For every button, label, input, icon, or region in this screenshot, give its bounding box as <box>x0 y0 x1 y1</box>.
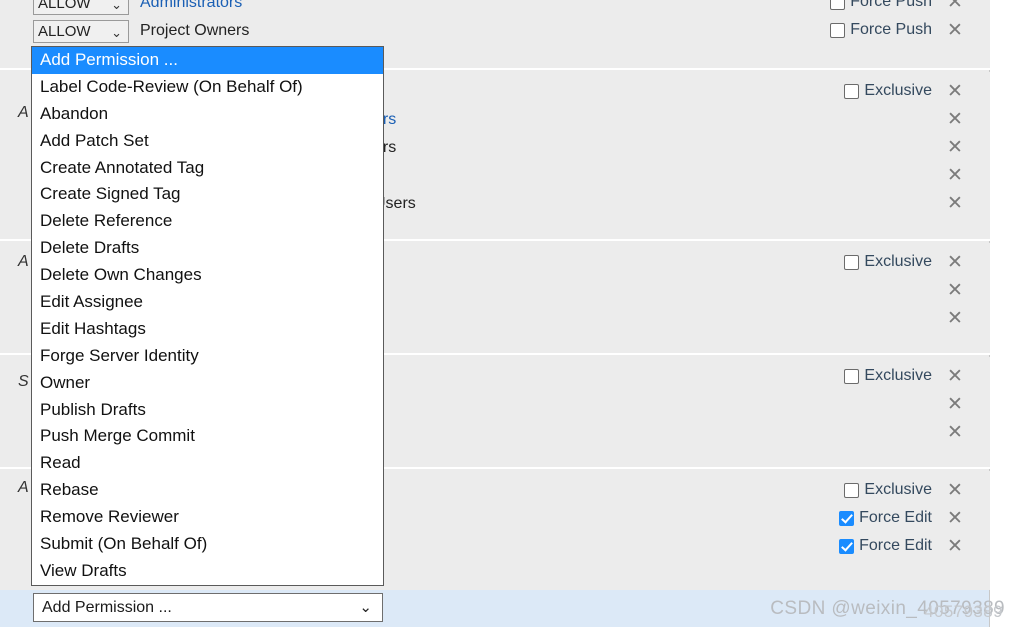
rule-action-select-administrators[interactable]: ALLOW ⌄ <box>33 0 129 15</box>
rule-action-value: ALLOW <box>38 23 91 40</box>
dropdown-option[interactable]: Label Code-Review (On Behalf Of) <box>32 74 383 101</box>
permission-rule-row[interactable]: ALLOW ⌄ Project Owners Force Push ✕ <box>0 17 990 45</box>
force-edit-label: Force Edit <box>859 509 932 526</box>
delete-rule-icon[interactable]: ✕ <box>945 393 965 415</box>
rule-action-select-project-owners[interactable]: ALLOW ⌄ <box>33 20 129 43</box>
dropdown-option[interactable]: Edit Assignee <box>32 289 383 316</box>
exclusive-checkbox[interactable] <box>844 254 860 270</box>
dropdown-option[interactable]: Add Permission ... <box>32 47 383 74</box>
delete-rule-icon[interactable]: ✕ <box>945 535 965 557</box>
row-checkbox-group[interactable]: Exclusive <box>844 480 932 500</box>
delete-rule-icon[interactable]: ✕ <box>945 19 965 41</box>
delete-rule-icon[interactable]: ✕ <box>945 279 965 301</box>
screen-root: ALLOW ⌄ Administrators Force Push ✕ ALLO… <box>0 0 1013 627</box>
group-name-project-owners[interactable]: Project Owners <box>140 20 249 42</box>
row-checkbox-group[interactable]: Force Push <box>830 0 932 12</box>
dropdown-option[interactable]: Delete Drafts <box>32 235 383 262</box>
dropdown-option[interactable]: Submit (On Behalf Of) <box>32 531 383 558</box>
delete-rule-icon[interactable]: ✕ <box>945 251 965 273</box>
force-edit-checkbox[interactable] <box>839 510 855 526</box>
add-permission-dropdown-list[interactable]: Add Permission ... Label Code-Review (On… <box>31 46 384 586</box>
force-push-label: Force Push <box>850 21 932 38</box>
dropdown-option[interactable]: Delete Reference <box>32 208 383 235</box>
dropdown-option[interactable]: Publish Drafts <box>32 397 383 424</box>
delete-rule-icon[interactable]: ✕ <box>945 192 965 214</box>
force-edit-label: Force Edit <box>859 537 932 554</box>
dropdown-option[interactable]: Rebase <box>32 477 383 504</box>
dropdown-option[interactable]: Push Merge Commit <box>32 423 383 450</box>
dropdown-option[interactable]: Add Patch Set <box>32 128 383 155</box>
exclusive-label: Exclusive <box>864 82 932 99</box>
force-push-label: Force Push <box>850 0 932 10</box>
add-permission-select-value: Add Permission ... <box>42 599 172 616</box>
delete-rule-icon[interactable]: ✕ <box>945 307 965 329</box>
watermark: CSDN @weixin_40579389 40579389 <box>770 598 1005 621</box>
dropdown-option[interactable]: Edit Hashtags <box>32 316 383 343</box>
group-name-administrators[interactable]: Administrators <box>140 0 242 14</box>
delete-rule-icon[interactable]: ✕ <box>945 108 965 130</box>
add-permission-select[interactable]: Add Permission ... ⌄ <box>33 593 383 622</box>
dropdown-option[interactable]: Delete Own Changes <box>32 262 383 289</box>
chevron-down-icon: ⌄ <box>111 25 122 40</box>
chevron-down-icon: ⌄ <box>111 0 122 12</box>
force-push-checkbox[interactable] <box>830 22 846 38</box>
rule-action-value: ALLOW <box>38 0 91 12</box>
row-checkbox-group[interactable]: Exclusive <box>844 252 932 272</box>
delete-rule-icon[interactable]: ✕ <box>945 365 965 387</box>
dropdown-option[interactable]: View Drafts <box>32 558 383 585</box>
chevron-down-icon: ⌄ <box>359 599 372 616</box>
delete-rule-icon[interactable]: ✕ <box>945 80 965 102</box>
dropdown-option[interactable]: Forge Server Identity <box>32 343 383 370</box>
exclusive-checkbox[interactable] <box>844 83 860 99</box>
row-checkbox-group[interactable]: Force Push <box>830 20 932 40</box>
dropdown-option[interactable]: Abandon <box>32 101 383 128</box>
force-edit-checkbox[interactable] <box>839 538 855 554</box>
delete-rule-icon[interactable]: ✕ <box>945 0 965 13</box>
row-checkbox-group[interactable]: Force Edit <box>839 508 932 528</box>
exclusive-label: Exclusive <box>864 481 932 498</box>
row-checkbox-group[interactable]: Exclusive <box>844 81 932 101</box>
delete-rule-icon[interactable]: ✕ <box>945 421 965 443</box>
watermark-overlay: 40579389 <box>924 602 1003 621</box>
dropdown-option[interactable]: Create Annotated Tag <box>32 155 383 182</box>
exclusive-label: Exclusive <box>864 367 932 384</box>
dropdown-option[interactable]: Read <box>32 450 383 477</box>
delete-rule-icon[interactable]: ✕ <box>945 136 965 158</box>
delete-rule-icon[interactable]: ✕ <box>945 507 965 529</box>
row-checkbox-group[interactable]: Force Edit <box>839 536 932 556</box>
row-checkbox-group[interactable]: Exclusive <box>844 366 932 386</box>
dropdown-option[interactable]: Remove Reviewer <box>32 504 383 531</box>
exclusive-checkbox[interactable] <box>844 482 860 498</box>
dropdown-option[interactable]: Create Signed Tag <box>32 181 383 208</box>
exclusive-label: Exclusive <box>864 253 932 270</box>
force-push-checkbox[interactable] <box>830 0 846 10</box>
delete-rule-icon[interactable]: ✕ <box>945 164 965 186</box>
exclusive-checkbox[interactable] <box>844 368 860 384</box>
dropdown-option[interactable]: Owner <box>32 370 383 397</box>
delete-rule-icon[interactable]: ✕ <box>945 479 965 501</box>
permission-rule-row[interactable]: ALLOW ⌄ Administrators Force Push ✕ <box>0 0 990 17</box>
